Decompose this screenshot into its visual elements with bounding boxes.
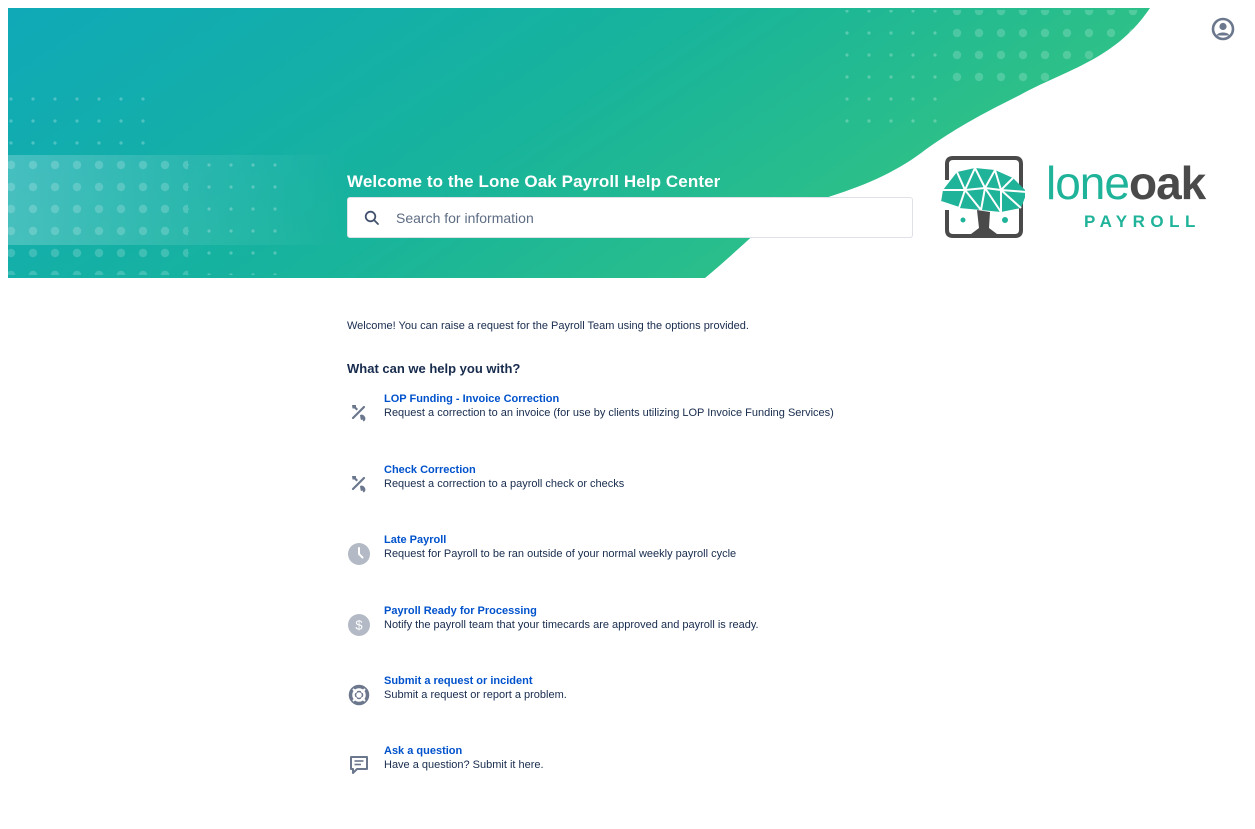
request-type-title[interactable]: Check Correction bbox=[384, 464, 476, 476]
intro-text: Welcome! You can raise a request for the… bbox=[347, 320, 749, 332]
request-type-description: Submit a request or report a problem. bbox=[384, 689, 567, 701]
request-type-lop-funding[interactable]: LOP Funding - Invoice Correction Request… bbox=[347, 393, 947, 429]
request-type-ask-question[interactable]: Ask a question Have a question? Submit i… bbox=[347, 745, 947, 781]
dollar-icon: $ bbox=[347, 613, 371, 637]
tools-icon bbox=[347, 401, 371, 425]
user-profile-button[interactable] bbox=[1211, 17, 1235, 41]
logo-word-oak: oak bbox=[1128, 157, 1206, 209]
search-icon bbox=[364, 210, 380, 226]
logo-wordmark: loneoak bbox=[1046, 157, 1206, 209]
user-circle-icon bbox=[1211, 17, 1235, 41]
lone-oak-payroll-logo: loneoak PAYROLL bbox=[935, 150, 1230, 245]
request-type-check-correction[interactable]: Check Correction Request a correction to… bbox=[347, 464, 947, 500]
request-type-description: Request for Payroll to be ran outside of… bbox=[384, 548, 737, 560]
hero-banner: Welcome to the Lone Oak Payroll Help Cen… bbox=[0, 0, 1255, 280]
search-bar[interactable] bbox=[347, 197, 913, 238]
request-type-description: Request a correction to a payroll check … bbox=[384, 478, 625, 490]
svg-text:$: $ bbox=[355, 618, 363, 633]
lifebuoy-icon bbox=[347, 683, 371, 707]
request-type-description: Request a correction to an invoice (for … bbox=[384, 407, 834, 419]
help-heading: What can we help you with? bbox=[347, 361, 521, 376]
tools-icon bbox=[347, 472, 371, 496]
logo-subtitle: PAYROLL bbox=[1084, 212, 1201, 231]
request-type-late-payroll[interactable]: Late Payroll Request for Payroll to be r… bbox=[347, 534, 947, 570]
chat-icon bbox=[347, 753, 371, 777]
logo-word-lone: lone bbox=[1046, 157, 1130, 209]
clock-icon bbox=[347, 542, 371, 566]
page-title: Welcome to the Lone Oak Payroll Help Cen… bbox=[347, 172, 721, 191]
request-type-title[interactable]: Ask a question bbox=[384, 745, 462, 757]
request-type-title[interactable]: Submit a request or incident bbox=[384, 675, 533, 687]
request-type-description: Notify the payroll team that your timeca… bbox=[384, 619, 759, 631]
request-type-title[interactable]: LOP Funding - Invoice Correction bbox=[384, 393, 559, 405]
request-type-description: Have a question? Submit it here. bbox=[384, 759, 544, 771]
request-type-submit-request[interactable]: Submit a request or incident Submit a re… bbox=[347, 675, 947, 711]
request-type-title[interactable]: Late Payroll bbox=[384, 534, 446, 546]
request-type-title[interactable]: Payroll Ready for Processing bbox=[384, 605, 537, 617]
tree-logo-icon bbox=[940, 156, 1028, 238]
search-input[interactable] bbox=[394, 208, 878, 227]
request-type-payroll-ready[interactable]: $ Payroll Ready for Processing Notify th… bbox=[347, 605, 947, 641]
